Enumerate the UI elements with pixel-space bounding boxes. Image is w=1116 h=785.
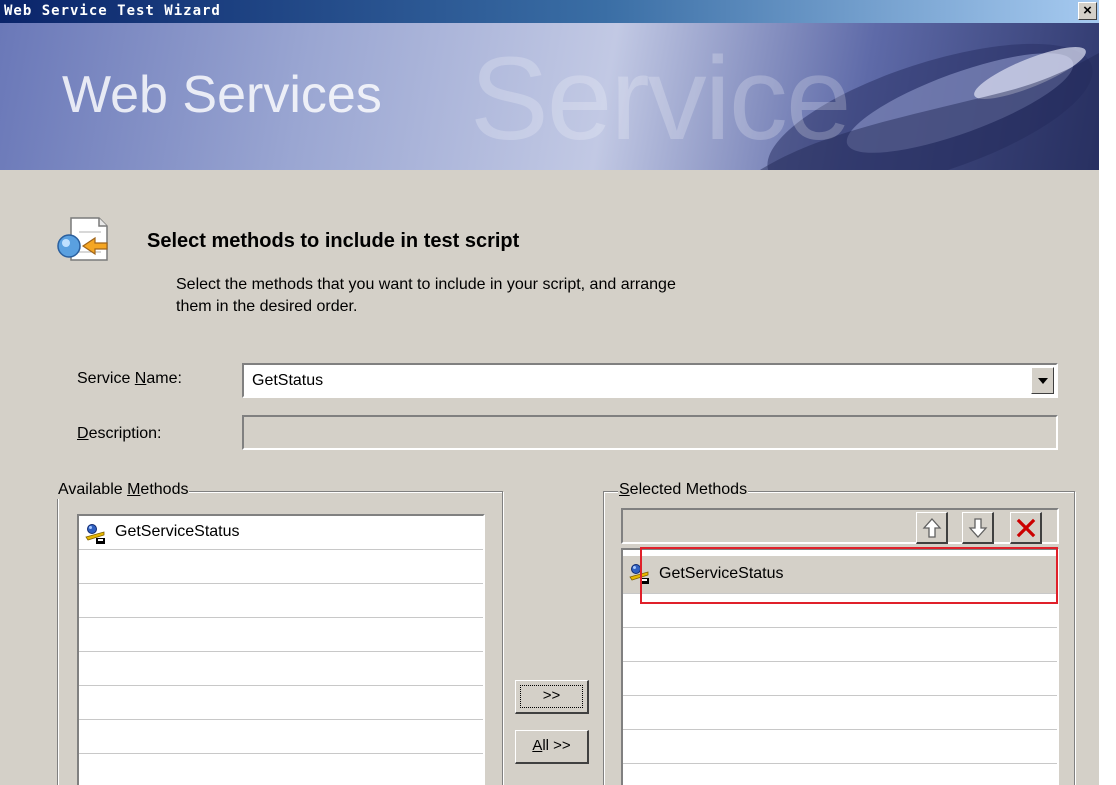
- move-down-icon: [968, 518, 988, 538]
- list-item[interactable]: [79, 550, 483, 584]
- service-name-label-key: N: [134, 370, 147, 387]
- selected-methods-label-key: S: [619, 481, 630, 498]
- add-method-button[interactable]: >>: [515, 680, 589, 714]
- add-all-methods-button[interactable]: All >>: [515, 730, 589, 764]
- page-description: Select the methods that you want to incl…: [176, 274, 876, 318]
- banner-title: Web Services: [62, 66, 382, 124]
- service-name-label-pre: Service: [77, 370, 135, 387]
- delete-icon: [1016, 518, 1036, 538]
- add-all-label: All >>: [532, 737, 570, 754]
- available-methods-label-key: M: [127, 481, 141, 498]
- list-item[interactable]: [79, 652, 483, 686]
- move-down-button[interactable]: [962, 512, 994, 544]
- close-button[interactable]: ×: [1078, 2, 1097, 20]
- banner-watermark: Service: [470, 33, 851, 165]
- service-name-label-post: ame:: [146, 370, 182, 387]
- window-title: Web Service Test Wizard: [4, 3, 221, 19]
- close-icon: ×: [1083, 2, 1092, 19]
- description-field[interactable]: [242, 415, 1058, 450]
- list-item[interactable]: [79, 686, 483, 720]
- dropdown-button[interactable]: [1031, 367, 1054, 394]
- page-heading: Select methods to include in test script: [147, 230, 520, 252]
- list-item[interactable]: GetServiceStatus: [79, 516, 483, 550]
- list-item[interactable]: [79, 584, 483, 618]
- list-item[interactable]: [623, 662, 1057, 696]
- service-arrow-icon: [57, 217, 108, 261]
- remove-method-button[interactable]: [1010, 512, 1042, 544]
- add-all-label-post: ll >>: [542, 737, 571, 754]
- list-item[interactable]: [623, 730, 1057, 764]
- page-description-line-2: them in the desired order.: [176, 298, 358, 315]
- service-name-value: GetStatus: [252, 372, 324, 389]
- wizard-window: Web Service Test Wizard × Service Web Se…: [0, 0, 1099, 785]
- service-name-label: Service Name:: [77, 370, 182, 388]
- service-name-dropdown[interactable]: GetStatus: [242, 363, 1058, 398]
- description-label: Description:: [77, 425, 161, 443]
- list-item[interactable]: [79, 720, 483, 754]
- available-methods-label-pre: Available: [58, 481, 128, 498]
- move-up-icon: [922, 518, 942, 538]
- move-up-button[interactable]: [916, 512, 948, 544]
- list-item[interactable]: [79, 618, 483, 652]
- available-methods-list[interactable]: GetServiceStatus: [77, 514, 485, 785]
- title-bar[interactable]: Web Service Test Wizard ×: [0, 0, 1099, 23]
- chevron-down-icon: [1038, 378, 1048, 384]
- add-method-label: >>: [542, 687, 561, 704]
- available-methods-label-post: ethods: [140, 481, 189, 498]
- add-all-label-key: A: [532, 737, 543, 754]
- selected-methods-label: Selected Methods: [618, 481, 749, 499]
- highlight-box: [640, 547, 1058, 604]
- banner: Service Web Services: [0, 23, 1099, 170]
- selected-methods-label-post: elected Methods: [629, 481, 748, 498]
- method-name: GetServiceStatus: [115, 523, 240, 540]
- web-method-icon: [85, 524, 105, 544]
- description-label-key: D: [77, 425, 89, 442]
- description-label-post: escription:: [88, 425, 162, 442]
- list-item[interactable]: [623, 696, 1057, 730]
- available-methods-label: Available Methods: [57, 481, 190, 499]
- list-item[interactable]: [79, 754, 483, 785]
- list-item[interactable]: [623, 764, 1057, 785]
- list-item[interactable]: [623, 628, 1057, 662]
- page-description-line-1: Select the methods that you want to incl…: [176, 276, 676, 293]
- available-methods-rows: GetServiceStatus: [79, 516, 483, 785]
